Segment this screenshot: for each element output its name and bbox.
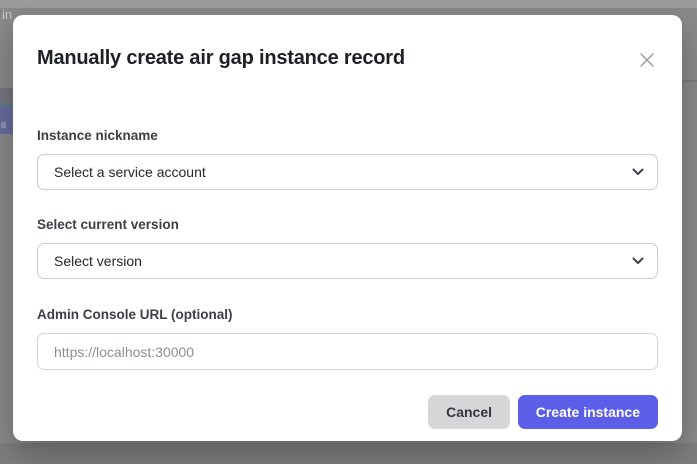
instance-nickname-label: Instance nickname	[37, 128, 158, 143]
admin-console-url-label: Admin Console URL (optional)	[37, 307, 233, 322]
service-account-select-wrap: Select a service account	[37, 154, 658, 190]
background-selected-row-fragment	[0, 104, 13, 134]
background-header-band	[0, 0, 697, 8]
background-footer-band	[0, 443, 697, 464]
version-select[interactable]: Select version	[37, 243, 658, 279]
service-account-select[interactable]: Select a service account	[37, 154, 658, 190]
background-row-fragment	[0, 88, 13, 104]
cancel-button[interactable]: Cancel	[428, 395, 510, 429]
current-version-label: Select current version	[37, 217, 179, 232]
version-select-wrap: Select version	[37, 243, 658, 279]
close-icon[interactable]	[636, 49, 658, 71]
x-icon	[639, 52, 655, 68]
create-instance-button[interactable]: Create instance	[518, 395, 658, 429]
background-row-mark	[1, 122, 6, 128]
background-partial-text: in	[2, 7, 12, 22]
modal-title: Manually create air gap instance record	[37, 47, 622, 70]
admin-console-url-input[interactable]	[37, 333, 658, 370]
create-airgap-instance-modal: Manually create air gap instance record …	[13, 15, 682, 441]
background-divider-fragment	[682, 80, 697, 82]
